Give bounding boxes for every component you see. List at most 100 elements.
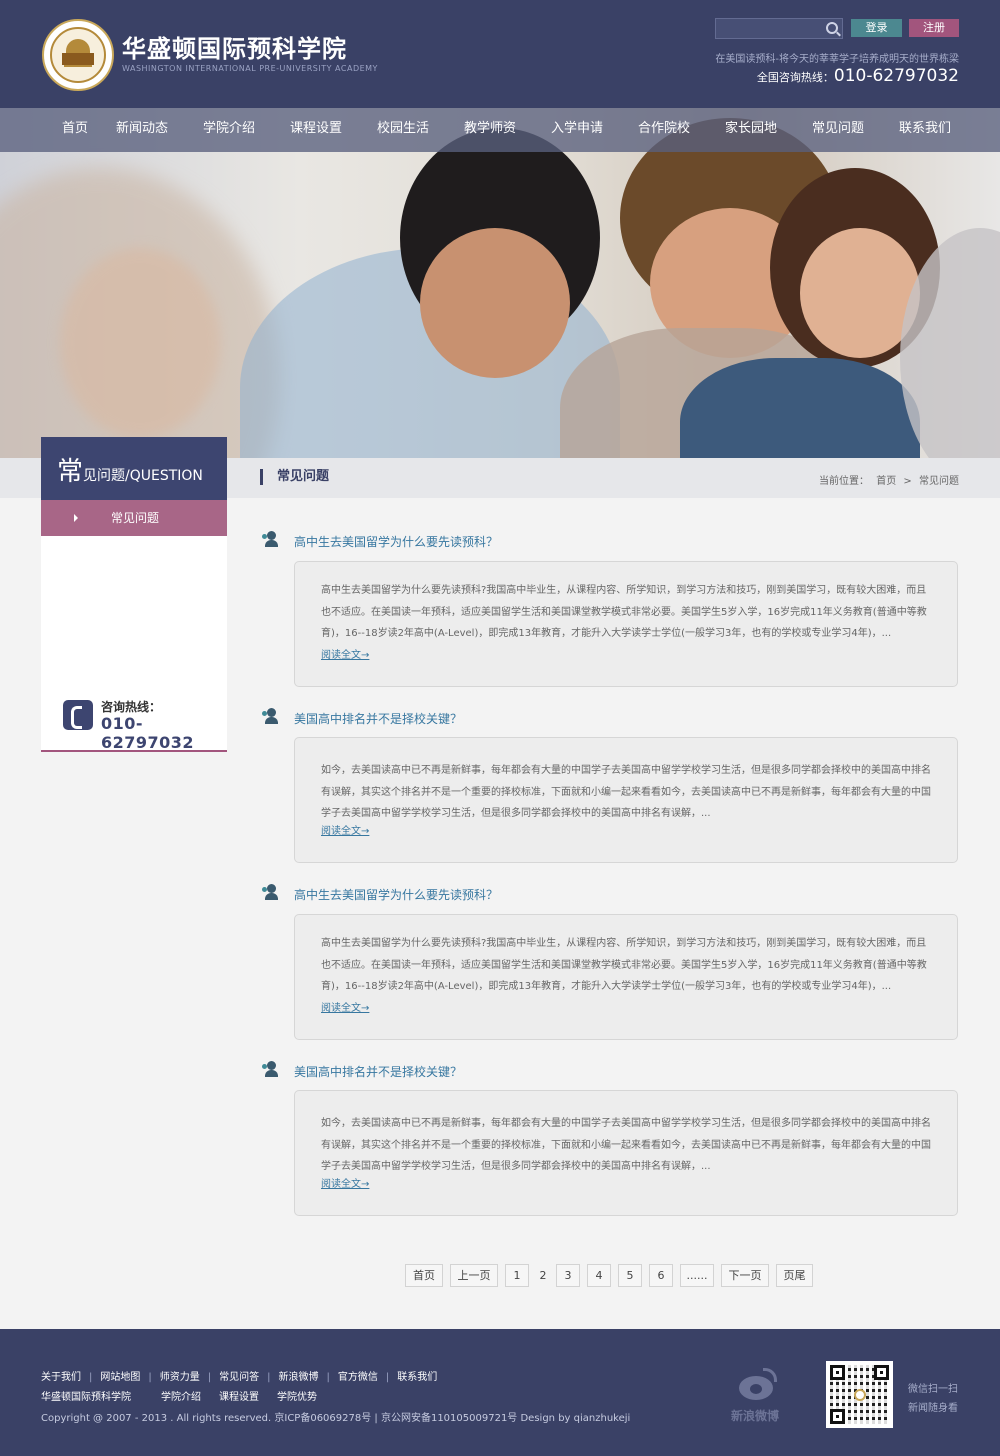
footer-link-courses[interactable]: 课程设置	[219, 1392, 259, 1403]
article-title[interactable]: 高中生去美国留学为什么要先读预科？	[294, 533, 498, 550]
footer-separator: |	[207, 1372, 212, 1383]
site-name-english: WASHINGTON INTERNATIONAL PRE-UNIVERSITY …	[122, 64, 378, 73]
footer-links-primary: 关于我们 | 网站地图 | 师资力量 | 常见问答 | 新浪微博 | 官方微信 | 联系我们	[41, 1368, 437, 1383]
sidebar-header: 常见问题/QUESTION	[41, 437, 227, 500]
register-button[interactable]: 注册	[909, 19, 959, 37]
article-card: 如今，去美国读高中已不再是新鲜事，每年都会有大量的中国学子去美国高中留学学校学习…	[294, 1090, 958, 1216]
nav-item-admission[interactable]: 入学申请	[551, 108, 603, 152]
site-header: 华盛顿国际预科学院 WASHINGTON INTERNATIONAL PRE-U…	[0, 0, 1000, 108]
breadcrumb-home[interactable]: 首页	[876, 476, 896, 487]
footer-separator: |	[267, 1372, 271, 1383]
sidebar-title: 见问题/QUESTION	[83, 468, 203, 484]
sidebar-title-initial: 常	[57, 457, 84, 487]
footer-separator: |	[385, 1372, 390, 1383]
nav-item-faq[interactable]: 常见问题	[812, 108, 864, 152]
nav-item-partners[interactable]: 合作院校	[638, 108, 690, 152]
page-number[interactable]: 6	[649, 1264, 673, 1287]
breadcrumb-current[interactable]: 常见问题	[919, 476, 959, 487]
question-icon	[262, 1061, 280, 1079]
qr-pattern	[830, 1365, 889, 1424]
breadcrumb-separator: >	[903, 476, 912, 487]
footer-link-intro[interactable]: 学院介绍	[161, 1392, 201, 1403]
footer-link-faq[interactable]: 常见问答	[219, 1372, 259, 1383]
footer-link-academy[interactable]: 华盛顿国际预科学院	[41, 1392, 131, 1403]
page-current: 2	[539, 1269, 547, 1282]
academy-logo[interactable]	[42, 19, 114, 91]
nav-item-courses[interactable]: 课程设置	[290, 108, 342, 152]
search-icon[interactable]	[826, 22, 838, 34]
copyright: Copyright @ 2007 - 2013 . All rights res…	[41, 1413, 631, 1424]
article-card: 高中生去美国留学为什么要先读预科?我国高中毕业生，从课程内容、所学知识，到学习方…	[294, 914, 958, 1040]
hero-banner	[0, 108, 1000, 458]
footer-link-faculty[interactable]: 师资力量	[160, 1372, 200, 1383]
nav-item-home[interactable]: 首页	[62, 108, 88, 152]
page-number[interactable]: 3	[556, 1264, 580, 1287]
footer-separator: |	[148, 1372, 152, 1383]
logo-columns	[64, 65, 92, 71]
sidebar-hotline-label: 咨询热线：	[101, 700, 162, 714]
slogan: 在美国读预科-将今天的莘莘学子培养成明天的世界栋梁	[715, 54, 959, 65]
qr-finder	[830, 1409, 845, 1424]
banner-denim-jacket	[680, 358, 920, 458]
page-last[interactable]: 页尾	[776, 1264, 813, 1287]
read-more-link[interactable]: 阅读全文→	[321, 822, 931, 837]
login-button[interactable]: 登录	[851, 19, 902, 37]
article-excerpt: 高中生去美国留学为什么要先读预科?我国高中毕业生，从课程内容、所学知识，到学习方…	[321, 938, 927, 992]
hotline-number: 010-62797032	[833, 66, 959, 86]
footer-separator: |	[89, 1372, 93, 1383]
wechat-qr-code	[826, 1361, 893, 1428]
main-nav: 首页 新闻动态 学院介绍 课程设置 校园生活 教学师资 入学申请 合作院校 家长…	[0, 108, 1000, 152]
sidebar-item-faq[interactable]: 常见问题	[41, 500, 227, 536]
nav-item-campus-life[interactable]: 校园生活	[377, 108, 429, 152]
nav-item-news[interactable]: 新闻动态	[116, 108, 168, 152]
read-more-link[interactable]: 阅读全文→	[321, 646, 931, 661]
weibo-label[interactable]: 新浪微博	[731, 1407, 779, 1424]
page-prev[interactable]: 上一页	[450, 1264, 498, 1287]
footer-link-sitemap[interactable]: 网站地图	[100, 1372, 140, 1383]
site-name: 华盛顿国际预科学院	[122, 35, 347, 63]
question-icon	[262, 884, 280, 902]
page-number[interactable]: 5	[618, 1264, 642, 1287]
breadcrumb: 当前位置： 首页 > 常见问题	[815, 472, 959, 487]
wechat-caption-line1: 微信扫一扫	[908, 1384, 958, 1395]
article-title[interactable]: 美国高中排名并不是择校关键？	[294, 1063, 462, 1080]
article-card: 高中生去美国留学为什么要先读预科?我国高中毕业生，从课程内容、所学知识，到学习方…	[294, 561, 958, 687]
footer-link-about[interactable]: 关于我们	[41, 1372, 81, 1383]
sidebar-hotline-number: 010-62797032	[101, 714, 195, 752]
qr-logo	[854, 1389, 866, 1401]
page-ellipsis: ......	[680, 1264, 714, 1287]
qr-finder	[874, 1365, 889, 1380]
hotline-label: 全国咨询热线：	[756, 71, 834, 84]
article-card: 如今，去美国读高中已不再是新鲜事，每年都会有大量的中国学子去美国高中留学学校学习…	[294, 737, 958, 863]
footer-link-advantages[interactable]: 学院优势	[277, 1392, 317, 1403]
wechat-caption-line2: 新闻随身看	[908, 1403, 958, 1414]
arrow-right-icon	[74, 514, 78, 522]
footer-link-contact[interactable]: 联系我们	[397, 1372, 437, 1383]
sidebar-item-label: 常见问题	[111, 511, 160, 525]
nav-item-parents[interactable]: 家长园地	[725, 108, 777, 152]
footer-link-weibo[interactable]: 新浪微博	[279, 1372, 319, 1383]
question-icon	[262, 531, 280, 549]
section-title: 常见问题	[260, 469, 329, 485]
banner-face-blur	[60, 248, 220, 438]
weibo-icon[interactable]	[737, 1368, 779, 1402]
nav-item-faculty[interactable]: 教学师资	[464, 108, 516, 152]
search-input[interactable]	[716, 19, 820, 38]
logo-base	[62, 53, 94, 65]
nav-item-about[interactable]: 学院介绍	[203, 108, 255, 152]
read-more-link[interactable]: 阅读全文→	[321, 999, 931, 1014]
page-first[interactable]: 首页	[405, 1264, 443, 1287]
article-title[interactable]: 美国高中排名并不是择校关键？	[294, 710, 462, 727]
page-number[interactable]: 4	[587, 1264, 611, 1287]
footer-link-wechat[interactable]: 官方微信	[338, 1372, 378, 1383]
nav-item-contact[interactable]: 联系我们	[899, 108, 951, 152]
banner-face	[420, 228, 570, 378]
read-more-link[interactable]: 阅读全文→	[321, 1175, 931, 1190]
article-title[interactable]: 高中生去美国留学为什么要先读预科？	[294, 886, 498, 903]
article-excerpt: 如今，去美国读高中已不再是新鲜事，每年都会有大量的中国学子去美国高中留学学校学习…	[321, 765, 931, 819]
footer-links-secondary: 华盛顿国际预科学院 学院介绍 课程设置 学院优势	[41, 1388, 317, 1403]
page-next[interactable]: 下一页	[721, 1264, 769, 1287]
article-excerpt: 如今，去美国读高中已不再是新鲜事，每年都会有大量的中国学子去美国高中留学学校学习…	[321, 1118, 931, 1172]
sidebar: 常见问题 咨询热线： 010-62797032	[41, 500, 227, 752]
page-number[interactable]: 1	[505, 1264, 529, 1287]
